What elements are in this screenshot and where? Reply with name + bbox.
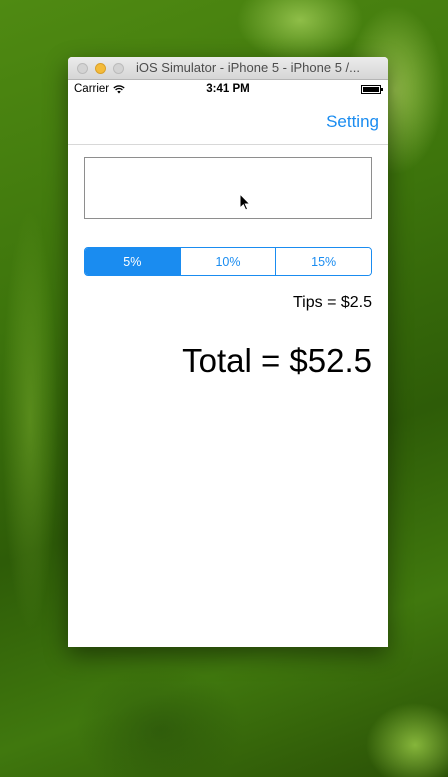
- setting-button[interactable]: Setting: [326, 112, 379, 132]
- status-bar: Carrier 3:41 PM: [68, 80, 388, 100]
- tip-option-15[interactable]: 15%: [275, 248, 371, 275]
- tips-label: Tips = $2.5: [292, 294, 372, 311]
- close-window-button[interactable]: [77, 62, 88, 74]
- battery-icon: [361, 85, 383, 94]
- window-controls: [68, 62, 124, 74]
- total-label: Total = $52.5: [182, 342, 372, 379]
- iphone-screen: Carrier 3:41 PM Setting 5% 10% 15% Tips …: [68, 80, 388, 647]
- status-time: 3:41 PM: [206, 83, 250, 95]
- desktop-background: iOS Simulator - iPhone 5 - iPhone 5 /...…: [0, 0, 448, 777]
- tip-percentage-control: 5% 10% 15%: [84, 247, 372, 276]
- minimize-window-button[interactable]: [95, 62, 106, 74]
- bill-amount-input[interactable]: [84, 157, 372, 219]
- mouse-pointer-icon: [239, 193, 251, 211]
- simulator-window: iOS Simulator - iPhone 5 - iPhone 5 /...…: [68, 57, 388, 647]
- window-titlebar[interactable]: iOS Simulator - iPhone 5 - iPhone 5 /...: [68, 57, 388, 80]
- window-title: iOS Simulator - iPhone 5 - iPhone 5 /...: [136, 60, 360, 75]
- tip-option-5[interactable]: 5%: [85, 248, 180, 275]
- tip-option-10[interactable]: 10%: [179, 248, 276, 275]
- navigation-bar: Setting: [68, 100, 388, 145]
- battery-level: [363, 87, 379, 92]
- zoom-window-button[interactable]: [113, 62, 124, 74]
